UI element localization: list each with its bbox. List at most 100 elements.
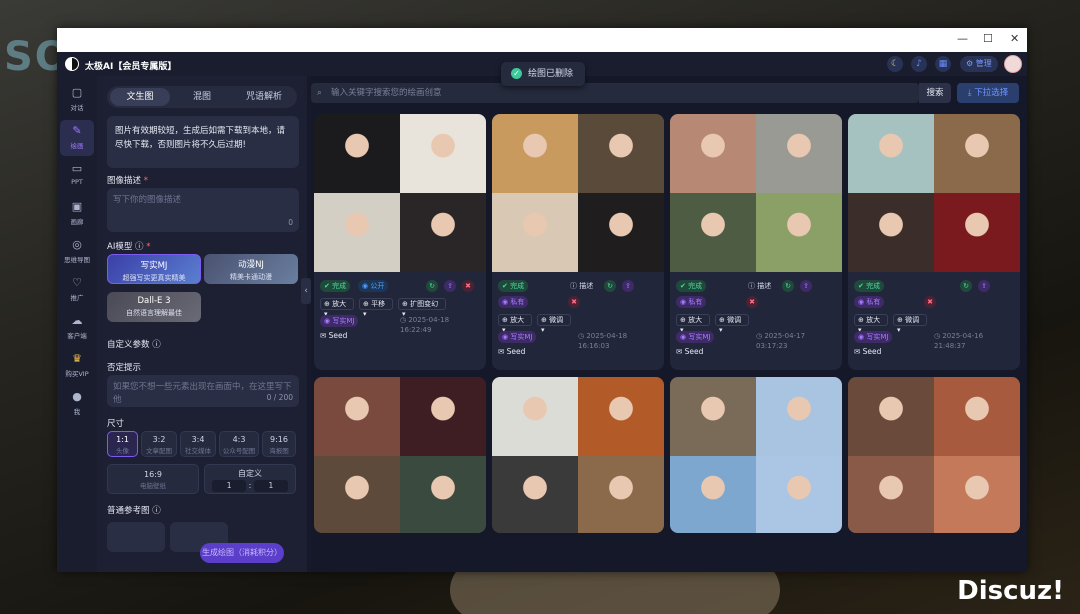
close-icon[interactable]: ✕	[1010, 32, 1019, 45]
help-icon[interactable]: ⓘ	[152, 340, 161, 350]
delete-icon[interactable]: ✖	[568, 296, 580, 308]
size-option-custom[interactable]: 自定义 1 : 1	[204, 464, 296, 494]
tab-text-to-image[interactable]: 文生图	[110, 88, 170, 106]
image-card[interactable]	[492, 377, 664, 533]
generated-image[interactable]	[848, 377, 1020, 533]
visibility-badge[interactable]: ◉ 私有	[676, 296, 707, 308]
search-input[interactable]: ⌕ 输入关键字搜索您的绘画创意	[311, 83, 919, 103]
visibility-badge[interactable]: ◉ 公开	[358, 280, 389, 292]
prompt-input[interactable]: 写下你的图像描述 0	[107, 188, 299, 232]
action-dropdown[interactable]: ⊕ 放大 ▾	[676, 314, 710, 334]
generated-image[interactable]	[314, 377, 486, 533]
moon-icon[interactable]: ☾	[887, 56, 903, 72]
generated-image[interactable]	[314, 114, 486, 272]
visibility-badge[interactable]: ◉ 私有	[854, 296, 885, 308]
action-dropdown[interactable]: ⊕ 平移 ▾	[359, 298, 393, 318]
model-option-dalle3[interactable]: Dall-E 3 自然语言理解最佳	[107, 292, 201, 322]
collapse-panel-button[interactable]: ‹	[301, 278, 311, 304]
size-option-3-2[interactable]: 3:2 文章配图	[141, 431, 177, 457]
seed-button[interactable]: ✉ Seed	[854, 347, 881, 356]
custom-height-input[interactable]: 1	[253, 480, 288, 492]
gift-icon[interactable]: ▦	[935, 56, 951, 72]
generate-button[interactable]: 生成绘图（消耗积分）	[200, 543, 284, 563]
image-card[interactable]: ✔ 完成 ◉ 私有 ⓘ 描述 ↻ ⇪ ✖ ⊕ 放大 ▾ ⊕ 微调 ▾ ◉ 写实MJ ✉ Seed ◷…	[492, 114, 664, 370]
size-option-4-3[interactable]: 4:3 公众号配图	[219, 431, 259, 457]
tab-prompt-analysis[interactable]: 咒语解析	[234, 88, 294, 106]
negative-prompt-input[interactable]: 如果您不想一些元素出现在画面中，在这里写下他 0 / 200	[107, 375, 299, 407]
describe-button[interactable]: ⓘ 描述	[744, 280, 775, 292]
size-option-16-9[interactable]: 16:9 电脑壁纸	[107, 464, 199, 494]
minimize-icon[interactable]: —	[957, 32, 968, 45]
refresh-icon[interactable]: ↻	[960, 280, 972, 292]
sidebar-item-mindmap[interactable]: ◎ 思维导图	[60, 234, 94, 270]
model-option-nj-anime[interactable]: 动漫NJ 精美卡通动漫	[204, 254, 298, 284]
refresh-icon[interactable]: ↻	[782, 280, 794, 292]
image-card[interactable]	[314, 377, 486, 533]
delete-icon[interactable]: ✖	[746, 296, 758, 308]
size-option-3-4[interactable]: 3:4 社交媒体	[180, 431, 216, 457]
date-text: 2025-04-18	[586, 332, 628, 340]
sidebar-item-me[interactable]: ● 我	[60, 386, 94, 422]
delete-icon[interactable]: ✖	[924, 296, 936, 308]
visibility-badge[interactable]: ◉ 私有	[498, 296, 529, 308]
action-dropdown[interactable]: ⊕ 扩图变幻 ▾	[398, 298, 446, 318]
sidebar-item-vip[interactable]: ♛ 购买VIP	[60, 348, 94, 384]
action-dropdown[interactable]: ⊕ 微调 ▾	[537, 314, 571, 334]
help-icon[interactable]: ⓘ	[135, 242, 144, 252]
model-option-mj-realistic[interactable]: 写实MJ 超强写实更真实精美	[107, 254, 201, 284]
upload-icon[interactable]: ⇪	[444, 280, 456, 292]
delete-icon[interactable]: ✖	[462, 280, 474, 292]
search-button[interactable]: 搜索	[919, 83, 951, 103]
avatar[interactable]	[1004, 55, 1022, 73]
bell-icon[interactable]: ♪	[911, 56, 927, 72]
image-card[interactable]: ✔ 完成 ◉ 私有 ↻ ⇪ ✖ ⊕ 放大 ▾ ⊕ 微调 ▾ ◉ 写实MJ ✉ Seed ◷ 202…	[848, 114, 1020, 370]
generated-image[interactable]	[670, 114, 842, 272]
maximize-icon[interactable]: ☐	[983, 32, 993, 45]
image-card[interactable]	[670, 377, 842, 533]
help-icon[interactable]: ⓘ	[152, 506, 161, 516]
action-dropdown[interactable]: ⊕ 微调 ▾	[893, 314, 927, 334]
admin-button[interactable]: ⚙ 管理	[960, 56, 998, 72]
image-quadrant	[848, 377, 934, 456]
sidebar-item-chat[interactable]: ▢ 对话	[60, 82, 94, 118]
seed-button[interactable]: ✉ Seed	[676, 347, 703, 356]
taiji-logo-icon	[65, 57, 79, 71]
upload-icon[interactable]: ⇪	[622, 280, 634, 292]
sidebar-item-client[interactable]: ☁ 客户端	[60, 310, 94, 346]
seed-button[interactable]: ✉ Seed	[498, 347, 525, 356]
sidebar-item-label: 画廊	[70, 218, 84, 226]
image-card[interactable]: ✔ 完成 ◉ 公开 ↻ ⇪ ✖ ⊕ 放大 ▾ ⊕ 平移 ▾ ⊕ 扩图变幻 ▾ ◉ 写实MJ ✉ S…	[314, 114, 486, 370]
generated-image[interactable]	[492, 114, 664, 272]
seed-button[interactable]: ✉ Seed	[320, 331, 347, 340]
upload-icon[interactable]: ⇪	[800, 280, 812, 292]
image-card[interactable]	[848, 377, 1020, 533]
refresh-icon[interactable]: ↻	[426, 280, 438, 292]
generated-image[interactable]	[670, 377, 842, 533]
sidebar-item-ppt[interactable]: ▭ PPT	[60, 158, 94, 194]
image-card[interactable]: ✔ 完成 ◉ 私有 ⓘ 描述 ↻ ⇪ ✖ ⊕ 放大 ▾ ⊕ 微调 ▾ ◉ 写实MJ ✉ Seed ◷…	[670, 114, 842, 370]
upload-icon[interactable]: ⇪	[978, 280, 990, 292]
custom-width-input[interactable]: 1	[212, 480, 247, 492]
size-use: 电脑壁纸	[140, 482, 166, 490]
image-quadrant	[934, 193, 1020, 272]
action-dropdown[interactable]: ⊕ 放大 ▾	[498, 314, 532, 334]
describe-button[interactable]: ⓘ 描述	[566, 280, 597, 292]
search-placeholder: 输入关键字搜索您的绘画创意	[331, 88, 442, 98]
action-dropdown[interactable]: ⊕ 微调 ▾	[715, 314, 749, 334]
generated-image[interactable]	[848, 114, 1020, 272]
download-select-button[interactable]: ⤓ 下拉选择	[957, 83, 1019, 103]
size-option-9-16[interactable]: 9:16 海报图	[262, 431, 296, 457]
size-option-1-1[interactable]: 1:1 头像	[107, 431, 138, 457]
image-quadrant	[314, 456, 400, 533]
tab-blend[interactable]: 混图	[172, 88, 232, 106]
action-dropdown[interactable]: ⊕ 放大 ▾	[320, 298, 354, 318]
reference-upload-slot[interactable]	[107, 522, 165, 552]
size-ratio: 9:16	[270, 435, 288, 444]
generated-image[interactable]	[492, 377, 664, 533]
sidebar-item-gallery[interactable]: ▣ 画廊	[60, 196, 94, 232]
describe-text: 描述	[579, 282, 594, 290]
sidebar-item-promote[interactable]: ♡ 推广	[60, 272, 94, 308]
sidebar-item-draw[interactable]: ✎ 绘画	[60, 120, 94, 156]
action-dropdown[interactable]: ⊕ 放大 ▾	[854, 314, 888, 334]
refresh-icon[interactable]: ↻	[604, 280, 616, 292]
